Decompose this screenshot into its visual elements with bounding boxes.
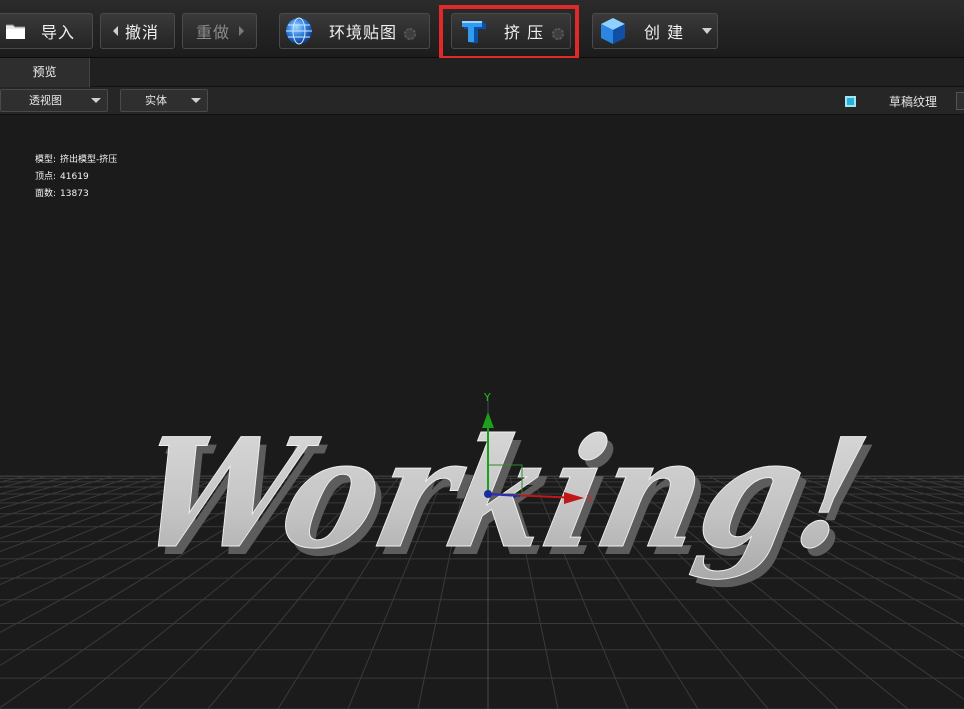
grid-line [927, 475, 964, 486]
shading-mode-value: 实体 [145, 94, 167, 107]
gear-icon [552, 28, 565, 40]
gear-icon [404, 28, 417, 40]
chevron-down-icon [702, 28, 713, 34]
shading-mode-select[interactable]: 实体 [120, 89, 208, 112]
3d-editor-window: 导入 撤消 重做 环境贴图 挤 压 创 建 预览 透视图 实体 草稿纹理 模型:… [0, 0, 964, 709]
3d-viewport[interactable]: 模型: 挤出模型-挤压 顶点: 41619 面数: 13873 Working!… [0, 116, 964, 709]
create-dropdown-button[interactable]: 创 建 [592, 13, 718, 49]
create-label: 创 建 [644, 23, 685, 42]
extrude-button[interactable]: 挤 压 [451, 13, 571, 49]
import-label: 导入 [41, 23, 76, 42]
draft-texture-label: 草稿纹理 [889, 95, 938, 109]
redo-label: 重做 [196, 23, 231, 42]
import-button[interactable]: 导入 [0, 13, 93, 49]
grid-line [0, 475, 115, 510]
undo-label: 撤消 [125, 23, 160, 42]
gizmo-origin [484, 490, 492, 498]
environment-map-label: 环境贴图 [329, 23, 398, 42]
caret-left-icon [113, 26, 118, 36]
panel-toggle-button[interactable] [956, 92, 964, 110]
view-mode-value: 透视图 [29, 94, 62, 107]
redo-button[interactable]: 重做 [182, 13, 257, 49]
x-axis-label: X [586, 494, 593, 505]
folder-icon [5, 21, 27, 41]
chevron-down-icon [191, 98, 201, 103]
viewport-toolbar: 透视图 实体 [0, 87, 964, 115]
cube-icon [598, 16, 628, 46]
grid-line [0, 475, 71, 495]
extrude-t-icon [460, 18, 488, 44]
environment-map-button[interactable]: 环境贴图 [279, 13, 430, 49]
globe-icon [285, 17, 313, 45]
tab-bar: 预览 [0, 58, 964, 87]
grid-line [0, 475, 5, 478]
extruded-3d-text-model[interactable]: Working! Working! [123, 405, 887, 590]
grid-line [0, 475, 137, 518]
main-toolbar: 导入 撤消 重做 环境贴图 挤 压 创 建 [0, 0, 964, 60]
draft-texture-checkbox[interactable] [845, 96, 856, 107]
tab-preview[interactable]: 预览 [0, 58, 90, 87]
chevron-down-icon [91, 98, 101, 103]
undo-button[interactable]: 撤消 [100, 13, 175, 49]
grid-line [949, 475, 964, 480]
tab-preview-label: 预览 [32, 65, 57, 79]
scene-canvas: Working! Working! Y X [0, 391, 964, 709]
y-axis-label: Y [483, 391, 491, 404]
grid-line [0, 475, 49, 489]
caret-right-icon [239, 26, 245, 36]
extrude-label: 挤 压 [504, 23, 545, 42]
view-mode-select[interactable]: 透视图 [0, 89, 108, 112]
